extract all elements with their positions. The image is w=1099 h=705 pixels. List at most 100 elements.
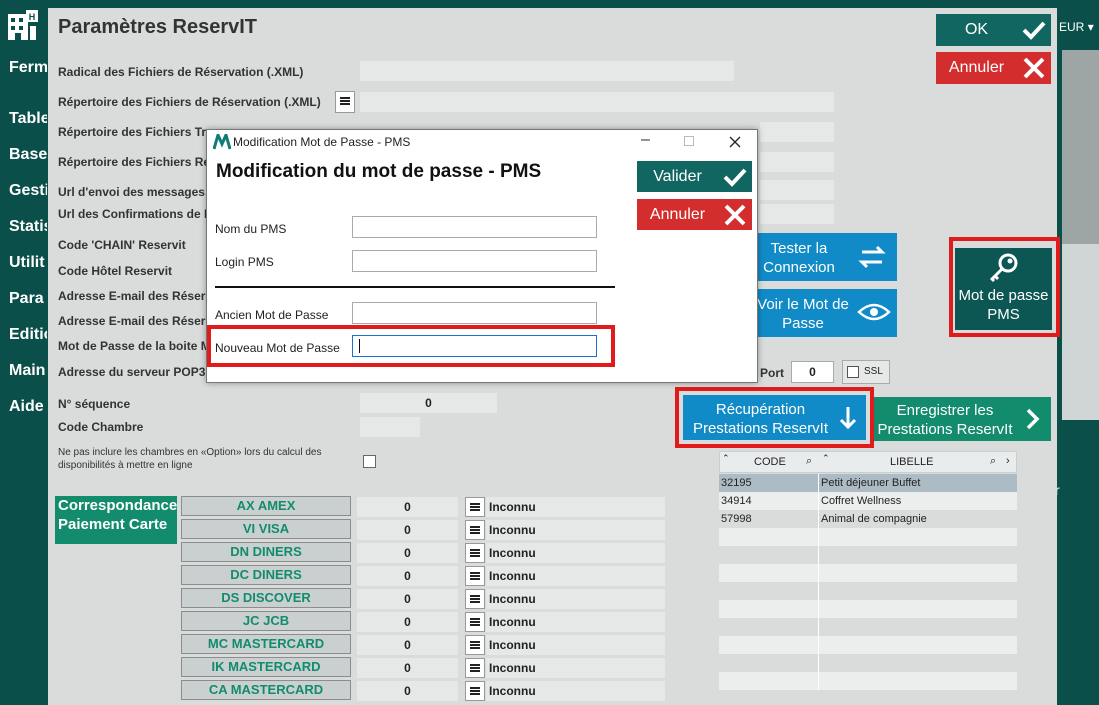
code-chambre-field[interactable] — [360, 417, 420, 437]
nom-pms-label: Nom du PMS — [215, 222, 287, 236]
sidebar-item-aide[interactable]: Aide — [9, 398, 47, 416]
browse-menu-button[interactable] — [335, 91, 355, 113]
recuperation-label: Récupération Prestations ReservIt — [692, 401, 829, 437]
card-menu-button[interactable] — [465, 520, 485, 540]
option-checkbox[interactable] — [363, 455, 376, 468]
card-value[interactable]: 0 — [357, 520, 458, 540]
annuler-button[interactable]: Annuler — [637, 199, 752, 230]
table-row[interactable] — [719, 564, 1017, 582]
table-row[interactable] — [719, 528, 1017, 546]
nom-pms-input[interactable] — [352, 216, 597, 238]
sidebar-item-maintenance[interactable]: Main — [9, 362, 47, 380]
code-chambre-label: Code Chambre — [58, 420, 144, 434]
rep-rejetes-field[interactable] — [760, 152, 834, 172]
card-value[interactable]: 0 — [357, 681, 458, 701]
sidebar-item-gestion[interactable]: Gesti — [9, 182, 47, 200]
sidebar-item-statistiques[interactable]: Statis — [9, 218, 47, 236]
card-menu-button[interactable] — [465, 635, 485, 655]
card-menu-button[interactable] — [465, 681, 485, 701]
sort-icon[interactable]: ⌃ — [722, 453, 730, 464]
sequence-field[interactable]: 0 — [360, 393, 497, 413]
card-code-jcb[interactable]: JC JCB — [181, 611, 351, 631]
rep-traites-label: Répertoire des Fichiers Tr — [58, 125, 207, 139]
search-icon[interactable]: ⌕ — [806, 455, 812, 468]
login-pms-input[interactable] — [352, 250, 597, 272]
table-row[interactable]: 57998 Animal de compagnie — [719, 510, 1017, 528]
table-row[interactable] — [719, 546, 1017, 564]
maximize-icon[interactable] — [684, 136, 694, 146]
card-value[interactable]: 0 — [357, 589, 458, 609]
enregistrer-prestations-button[interactable]: Enregistrer les Prestations ReservIt — [874, 397, 1051, 441]
rep-traites-field[interactable] — [760, 122, 834, 142]
card-menu-button[interactable] — [465, 612, 485, 632]
card-code-mc-mastercard[interactable]: MC MASTERCARD — [181, 634, 351, 654]
sidebar-item-fermer[interactable]: Ferm — [9, 59, 47, 77]
right-side-button[interactable] — [1058, 420, 1090, 520]
card-menu-button[interactable] — [465, 543, 485, 563]
card-code-visa[interactable]: VI VISA — [181, 519, 351, 539]
table-row[interactable] — [719, 654, 1017, 672]
card-label: Inconnu — [486, 612, 665, 632]
ancien-mdp-label: Ancien Mot de Passe — [215, 308, 329, 322]
card-code-amex[interactable]: AX AMEX — [181, 496, 351, 516]
card-value[interactable]: 0 — [357, 612, 458, 632]
sort-icon[interactable]: ⌃ — [822, 453, 830, 464]
radical-field[interactable] — [360, 61, 734, 81]
card-value[interactable]: 0 — [357, 566, 458, 586]
ancien-mdp-input[interactable] — [352, 302, 597, 324]
enregistrer-label: Enregistrer les Prestations ReservIt — [877, 402, 1013, 438]
card-value[interactable]: 0 — [357, 635, 458, 655]
mot-de-passe-pms-button[interactable]: Mot de passe PMS — [955, 248, 1052, 330]
card-menu-button[interactable] — [465, 589, 485, 609]
url-envoi-field[interactable] — [760, 180, 834, 200]
card-value[interactable]: 0 — [357, 658, 458, 678]
card-menu-button[interactable] — [465, 658, 485, 678]
card-value[interactable]: 0 — [357, 497, 458, 517]
sidebar-item-parametres[interactable]: Para — [9, 290, 47, 308]
url-conf-field[interactable] — [760, 204, 834, 224]
hotel-logo-icon[interactable]: H — [6, 8, 40, 42]
table-row[interactable] — [719, 600, 1017, 618]
nouveau-mdp-input[interactable] — [352, 335, 597, 357]
table-row[interactable] — [719, 582, 1017, 600]
card-label: Inconnu — [486, 658, 665, 678]
cancel-button[interactable]: Annuler — [936, 52, 1051, 84]
table-row[interactable]: 32195 Petit déjeuner Buffet — [719, 474, 1017, 492]
card-code-dn-diners[interactable]: DN DINERS — [181, 542, 351, 562]
valider-button[interactable]: Valider — [637, 161, 752, 192]
card-value[interactable]: 0 — [357, 543, 458, 563]
search-icon[interactable]: ⌕ — [990, 455, 996, 468]
card-menu-button[interactable] — [465, 566, 485, 586]
table-row[interactable] — [719, 672, 1017, 690]
table-row[interactable] — [719, 636, 1017, 654]
column-header-libelle[interactable]: LIBELLE — [890, 456, 933, 468]
card-menu-button[interactable] — [465, 497, 485, 517]
tester-connexion-button[interactable]: Tester la Connexion — [757, 233, 897, 281]
chevron-right-icon[interactable]: › — [1006, 455, 1010, 467]
sidebar-item-editions[interactable]: Editio — [9, 326, 47, 344]
repertoire-field[interactable] — [360, 92, 834, 112]
ok-button[interactable]: OK — [936, 14, 1051, 46]
sidebar-item-tables[interactable]: Table — [9, 110, 47, 128]
column-header-code[interactable]: CODE — [754, 456, 786, 468]
close-icon[interactable] — [729, 136, 741, 148]
card-code-ik-mastercard[interactable]: IK MASTERCARD — [181, 657, 351, 677]
port-label: Port — [760, 366, 784, 380]
sidebar-item-base[interactable]: Base — [9, 146, 47, 164]
currency-selector[interactable]: EUR ▾ — [1059, 20, 1094, 34]
card-code-discover[interactable]: DS DISCOVER — [181, 588, 351, 608]
port-field[interactable]: 0 — [791, 361, 834, 383]
voir-mot-de-passe-button[interactable]: Voir le Mot de Passe — [757, 289, 897, 337]
ssl-checkbox[interactable] — [847, 366, 859, 378]
minimize-icon[interactable]: – — [641, 131, 650, 149]
check-icon — [1017, 14, 1051, 46]
table-row[interactable] — [719, 618, 1017, 636]
card-code-dc-diners[interactable]: DC DINERS — [181, 565, 351, 585]
recuperation-prestations-button[interactable]: Récupération Prestations ReservIt — [683, 395, 866, 440]
dialog-titlebar[interactable]: Modification Mot de Passe - PMS – — [207, 130, 757, 154]
ssl-option[interactable]: SSL — [842, 360, 890, 384]
sidebar-item-utilitaires[interactable]: Utilit — [9, 254, 47, 272]
right-panel-lower — [1062, 244, 1099, 420]
card-code-ca-mastercard[interactable]: CA MASTERCARD — [181, 680, 351, 700]
table-row[interactable]: 34914 Coffret Wellness — [719, 492, 1017, 510]
